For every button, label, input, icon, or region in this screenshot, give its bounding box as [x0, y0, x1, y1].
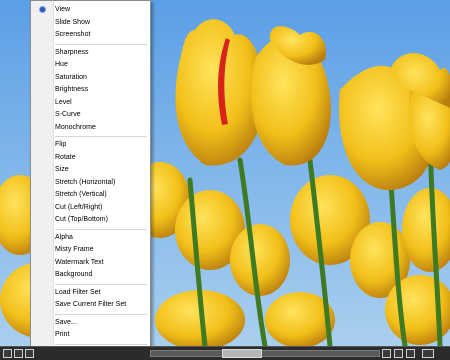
menu-item-background[interactable]: Background	[55, 269, 92, 281]
fit-icon[interactable]	[394, 349, 403, 358]
menu-separator	[55, 43, 147, 45]
menu-item-view[interactable]: View	[55, 4, 70, 16]
menu-item-watermark-text[interactable]: Watermark Text	[55, 257, 104, 269]
menu-item-screenshot[interactable]: Screenshot	[55, 29, 90, 41]
scroll-thumb[interactable]	[222, 349, 262, 358]
menu-item-rotate[interactable]: Rotate	[55, 152, 76, 164]
menu-icon-gutter	[31, 1, 54, 354]
menu-separator	[55, 136, 147, 137]
zoom-in-icon[interactable]	[382, 349, 391, 358]
menu-item-save[interactable]: Save...	[55, 317, 77, 329]
menu-item-cut-left-right[interactable]: Cut (Left/Right)	[55, 202, 102, 214]
menu-separator	[55, 343, 147, 345]
menu-separator	[55, 283, 147, 285]
menu-item-stretch-vertical[interactable]: Stretch (Vertical)	[55, 189, 107, 201]
menu-item-save-current-filter-set[interactable]: Save Current Filter Set	[55, 299, 126, 311]
window-icon[interactable]	[3, 349, 12, 358]
menu-item-print[interactable]: Print	[55, 329, 69, 341]
menu-item-load-filter-set[interactable]: Load Filter Set	[55, 287, 101, 299]
menu-separator	[55, 228, 147, 230]
restore-icon[interactable]	[14, 349, 23, 358]
menu-item-flip[interactable]: Flip	[55, 139, 66, 151]
menu-item-slide-show[interactable]: Slide Show	[55, 17, 90, 29]
menu-item-brightness[interactable]: Brightness	[55, 84, 88, 96]
menu-item-alpha[interactable]: Alpha	[55, 232, 73, 244]
scroll-track[interactable]	[150, 350, 380, 357]
bottom-toolbar	[0, 346, 450, 360]
menu-separator	[55, 313, 147, 315]
menu-item-cut-top-bottom[interactable]: Cut (Top/Bottom)	[55, 214, 108, 226]
menu-item-level[interactable]: Level	[55, 97, 72, 109]
menu-item-monochrome[interactable]: Monochrome	[55, 122, 96, 134]
settings-icon[interactable]	[406, 349, 415, 358]
menu-item-misty-frame[interactable]: Misty Frame	[55, 244, 94, 256]
fullscreen-icon[interactable]	[422, 349, 434, 358]
menu-item-hue[interactable]: Hue	[55, 59, 68, 71]
context-menu: View Slide Show Screenshot Sharpness Hue Satu…	[30, 0, 151, 356]
radio-checked-icon	[40, 7, 45, 12]
maximize-icon[interactable]	[25, 349, 34, 358]
menu-item-size[interactable]: Size	[55, 164, 69, 176]
menu-item-saturation[interactable]: Saturation	[55, 72, 87, 84]
menu-item-s-curve[interactable]: S-Curve	[55, 109, 81, 121]
menu-item-sharpness[interactable]: Sharpness	[55, 47, 88, 59]
menu-item-stretch-horizontal[interactable]: Stretch (Horizontal)	[55, 177, 115, 189]
